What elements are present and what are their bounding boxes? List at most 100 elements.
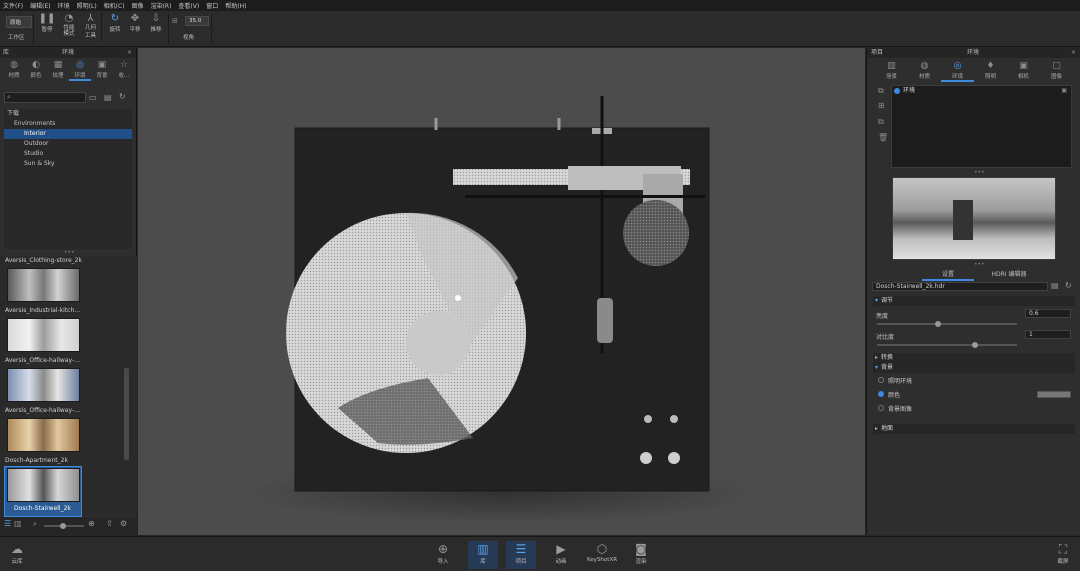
refresh-icon[interactable]: ↻ [1065, 281, 1072, 290]
library-button[interactable]: ▥ 库 [468, 541, 498, 569]
section-adjust[interactable]: ▾ 调节 [873, 296, 1075, 306]
slider-knob[interactable] [935, 321, 941, 327]
button-small [644, 415, 652, 423]
tree-group-environments[interactable]: Environments [4, 119, 132, 129]
tab-materials[interactable]: ◍ 材质 [3, 60, 25, 81]
menu-render[interactable]: 渲染(R) [151, 1, 172, 10]
performance-mode-button[interactable]: ◔ 性能 模式 [58, 13, 80, 41]
close-icon[interactable]: ✕ [1071, 48, 1076, 58]
menu-lighting[interactable]: 照明(L) [77, 1, 97, 10]
tree-item-studio[interactable]: Studio [4, 149, 132, 159]
section-background[interactable]: ▾ 背景 [873, 363, 1075, 373]
menu-edit[interactable]: 编辑(E) [30, 1, 50, 10]
duplicate-icon[interactable]: ⧉ [878, 117, 884, 127]
tab-backgrounds[interactable]: ▣ 背景 [91, 60, 113, 81]
render-button[interactable]: ◙ 渲染 [628, 541, 654, 569]
environment-list-item[interactable]: 环境 ▣ [892, 86, 1071, 96]
workspace-dropdown[interactable]: 原始 [6, 16, 32, 28]
list-view-icon[interactable]: ▥ [14, 519, 22, 528]
tree-item-outdoor[interactable]: Outdoor [4, 139, 132, 149]
tab-environments[interactable]: ◎ 环境 [69, 60, 91, 81]
screenshot-button[interactable]: ⛶ 截屏 [1050, 541, 1076, 569]
close-icon[interactable]: ✕ [127, 48, 132, 58]
grid-view-icon[interactable]: ☰ [4, 519, 11, 528]
environment-thumbnail-selected[interactable] [7, 468, 80, 502]
keyshotxr-button[interactable]: ⬡ KeyShotXR [584, 541, 620, 569]
tab-colors[interactable]: ◐ 颜色 [25, 60, 47, 81]
section-transform[interactable]: ▸ 转换 [873, 353, 1075, 363]
zoom-out-icon[interactable]: ⌕ [33, 520, 37, 529]
environment-thumbnail[interactable] [7, 268, 80, 302]
cloud-icon: ☁ [11, 542, 23, 556]
image-icon: ▣ [97, 60, 107, 70]
tree-item-interior[interactable]: Interior [4, 129, 132, 139]
bg-lighting-env-radio[interactable] [878, 377, 884, 383]
import-button[interactable]: ⊕ 导入 [430, 541, 456, 569]
splitter-handle[interactable]: ••• [974, 261, 985, 268]
subtab-hdri-editor[interactable]: HDRI 编辑器 [979, 269, 1039, 278]
folder-icon[interactable]: ▤ [1051, 281, 1059, 290]
splitter-handle[interactable]: ••• [64, 249, 75, 256]
menu-camera[interactable]: 相机(C) [104, 1, 125, 10]
menu-help[interactable]: 帮助(H) [225, 1, 246, 10]
slider-knob[interactable] [972, 342, 978, 348]
contrast-slider[interactable] [877, 342, 1017, 348]
library-search-input[interactable]: ⌕ [4, 92, 86, 103]
folder-icon[interactable]: ▤ [104, 93, 112, 102]
tree-item-sun-sky[interactable]: Sun & Sky [4, 159, 132, 169]
settings-icon[interactable]: ⚙ [120, 519, 127, 528]
animation-button[interactable]: ▶ 动画 [548, 541, 574, 569]
project-button[interactable]: ☰ 项目 [506, 541, 536, 569]
slider-knob[interactable] [60, 523, 66, 529]
environment-thumbnail[interactable] [7, 318, 80, 352]
contrast-field[interactable]: 1 [1025, 330, 1071, 339]
menu-environment[interactable]: 环境 [58, 1, 70, 10]
tab-image[interactable]: ▢ 图像 [1040, 61, 1073, 82]
tab-lighting[interactable]: ♦ 照明 [974, 61, 1007, 82]
brightness-slider[interactable] [877, 321, 1017, 327]
project-tabs: ▥ 场景 ◍ 材质 ◎ 环境 ♦ 照明 ▣ 相机 ▢ 图像 [875, 61, 1073, 82]
subtab-settings[interactable]: 设置 [922, 269, 974, 281]
folder-add-icon[interactable]: ▭ [89, 93, 97, 102]
cloud-library-button[interactable]: ☁ 云库 [4, 541, 30, 569]
add-icon[interactable]: ⊞ [878, 101, 885, 110]
menu-window[interactable]: 窗口 [206, 1, 218, 10]
menu-view[interactable]: 查看(V) [178, 1, 199, 10]
splitter-handle[interactable]: ••• [974, 169, 985, 176]
tab-material[interactable]: ◍ 材质 [908, 61, 941, 82]
frame-icon: ▢ [1052, 61, 1061, 71]
tab-textures[interactable]: ▦ 纹理 [47, 60, 69, 81]
pause-button[interactable]: ❚❚ 暂停 [36, 13, 58, 41]
pan-button[interactable]: ✥ 平移 [124, 13, 146, 41]
bg-color-radio[interactable] [878, 391, 884, 397]
rotate-button[interactable]: ↻ 旋转 [104, 13, 126, 41]
zoom-in-icon[interactable]: ⊕ [88, 519, 95, 528]
cube-icon: ⬡ [596, 542, 608, 556]
brightness-field[interactable]: 0.6 [1025, 309, 1071, 318]
environment-thumbnail[interactable] [7, 418, 80, 452]
tab-environment[interactable]: ◎ 环境 [941, 61, 974, 82]
refresh-icon[interactable]: ↻ [119, 92, 126, 101]
tab-favorites[interactable]: ☆ 收… [113, 60, 135, 81]
copy-icon[interactable]: ⧉ [878, 86, 884, 96]
environment-thumbnail[interactable] [7, 368, 80, 402]
hdri-preview[interactable] [892, 177, 1056, 260]
bg-image-radio[interactable] [878, 405, 884, 411]
render-viewport[interactable] [138, 48, 865, 535]
menu-file[interactable]: 文件(F) [3, 1, 23, 10]
tree-root[interactable]: 下载 [4, 109, 132, 119]
thumbnail-size-slider[interactable] [44, 523, 84, 529]
scrollbar-thumb[interactable] [124, 368, 129, 460]
push-button[interactable]: ⇩ 推移 [145, 13, 167, 41]
tab-scene[interactable]: ▥ 场景 [875, 61, 908, 82]
play-icon: ▶ [556, 542, 566, 556]
environment-name-field[interactable]: Dosch-Stairwell_2k.hdr [872, 282, 1048, 291]
geometry-tool-button[interactable]: ⅄ 几何 工具 [80, 13, 102, 41]
upload-icon[interactable]: ⇪ [106, 519, 113, 528]
fov-field[interactable]: 35.0 [185, 16, 209, 26]
bg-color-swatch[interactable] [1037, 391, 1071, 398]
tab-camera[interactable]: ▣ 相机 [1007, 61, 1040, 82]
section-ground[interactable]: ▸ 地面 [873, 424, 1075, 434]
menu-image[interactable]: 图像 [132, 1, 144, 10]
delete-icon[interactable]: 🗑 [878, 133, 888, 142]
